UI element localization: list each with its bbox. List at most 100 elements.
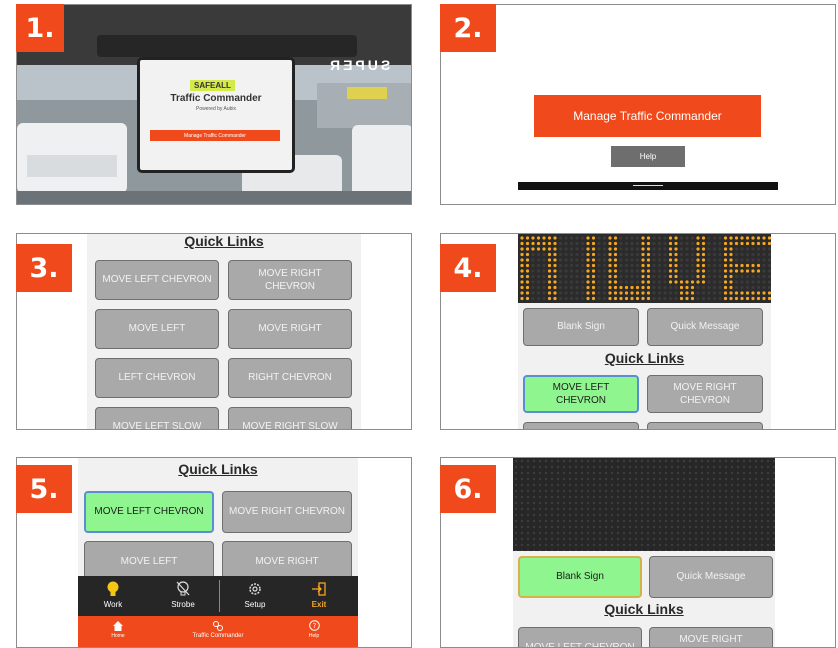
led-dot [575, 274, 579, 279]
led-dot [624, 296, 629, 301]
move-left-chevron-button[interactable]: MOVE LEFT CHEVRON [523, 375, 639, 413]
led-dot [696, 241, 700, 246]
move-left-chevron-button[interactable]: MOVE LEFT CHEVRON [518, 627, 642, 647]
led-dot [646, 296, 651, 301]
led-dot [547, 247, 552, 251]
led-dot [685, 236, 689, 240]
led-dot [608, 285, 612, 290]
led-dot [712, 280, 717, 284]
led-dot [712, 296, 717, 301]
led-dot [547, 269, 552, 273]
led-dot [619, 296, 623, 301]
led-dot [685, 291, 689, 295]
led-dot [707, 296, 711, 301]
led-dot [608, 241, 612, 246]
led-dot [690, 285, 695, 290]
move-left-chevron-button[interactable]: MOVE LEFT CHEVRON [84, 491, 214, 533]
quick-message-button[interactable]: Quick Message [647, 308, 763, 346]
move-right-chevron-button[interactable]: MOVE RIGHT CHEVRON [222, 491, 352, 533]
move-right-button[interactable] [647, 422, 763, 429]
led-dot [734, 258, 739, 262]
led-dot [707, 291, 711, 295]
strobe-label: Strobe [171, 600, 195, 609]
led-dot [762, 285, 766, 290]
led-dot [646, 263, 651, 268]
led-dot [564, 241, 568, 246]
led-dot [712, 258, 717, 262]
led-dot [685, 280, 689, 284]
blank-sign-button[interactable]: Blank Sign [518, 556, 642, 598]
move-right-chevron-button[interactable]: MOVE RIGHT [649, 627, 773, 647]
led-dot [696, 269, 700, 273]
led-dot [696, 247, 700, 251]
exit-button[interactable]: Exit [294, 579, 344, 613]
led-dot [723, 296, 728, 301]
left-chevron-button[interactable]: LEFT CHEVRON [95, 358, 219, 398]
led-dot [586, 269, 590, 273]
work-toggle[interactable]: Work [88, 579, 138, 613]
led-dot [619, 236, 623, 240]
nav-help[interactable]: ? Help [294, 618, 334, 646]
led-dot [696, 280, 700, 284]
led-dot [751, 258, 755, 262]
led-dot [740, 269, 744, 273]
blank-sign-button[interactable]: Blank Sign [523, 308, 639, 346]
led-dot [536, 252, 541, 257]
nav-home[interactable]: Home [98, 618, 138, 646]
quick-message-button[interactable]: Quick Message [649, 556, 773, 598]
led-dot [591, 258, 596, 262]
led-dot [646, 280, 651, 284]
led-dot [608, 247, 612, 251]
move-left-chevron-button[interactable]: MOVE LEFT CHEVRON [95, 260, 219, 300]
led-dot [558, 258, 563, 262]
led-dot [663, 291, 667, 295]
led-dot [679, 285, 684, 290]
led-dot [646, 291, 651, 295]
led-dot [586, 252, 590, 257]
manage-traffic-commander-button[interactable]: Manage Traffic Commander [534, 95, 761, 137]
led-dot [740, 258, 744, 262]
led-dot [707, 263, 711, 268]
led-dot [575, 241, 579, 246]
led-dot [740, 247, 744, 251]
led-dot [707, 241, 711, 246]
step-5-badge: 5. [16, 465, 72, 513]
led-dot [613, 280, 618, 284]
led-dot [575, 263, 579, 268]
led-dot [597, 258, 601, 262]
nav-traffic-commander[interactable]: Traffic Commander [178, 618, 258, 646]
step-1-panel: SUPER SAFEALL Traffic Commander Powered … [16, 4, 412, 205]
led-dot [591, 236, 596, 240]
tablet-subtitle: Powered by Aubix [195, 106, 237, 112]
led-dot [586, 247, 590, 251]
led-dot [646, 258, 651, 262]
setup-button[interactable]: Setup [230, 579, 280, 613]
led-dot [630, 252, 634, 257]
led-dot [685, 263, 689, 268]
right-chevron-button[interactable]: RIGHT CHEVRON [228, 358, 352, 398]
move-left-slow-button[interactable]: MOVE LEFT SLOW [95, 407, 219, 429]
led-dot [652, 269, 656, 273]
led-dot [751, 252, 755, 257]
move-right-slow-button[interactable]: MOVE RIGHT SLOW [228, 407, 352, 429]
led-dot [591, 247, 596, 251]
led-dot [597, 252, 601, 257]
help-button[interactable]: Help [611, 146, 685, 167]
strobe-toggle[interactable]: Strobe [158, 579, 208, 613]
led-dot [767, 291, 771, 295]
led-dot [734, 247, 739, 251]
move-left-button[interactable] [523, 422, 639, 429]
led-dot [580, 241, 585, 246]
led-dot [520, 252, 524, 257]
led-dot [734, 291, 739, 295]
move-right-chevron-button[interactable]: MOVE RIGHT CHEVRON [647, 375, 763, 413]
led-dot [701, 291, 706, 295]
move-right-chevron-button[interactable]: MOVE RIGHT CHEVRON [228, 260, 352, 300]
led-dot [547, 263, 552, 268]
led-dot [602, 247, 607, 251]
move-right-button[interactable]: MOVE RIGHT [228, 309, 352, 349]
led-dot [729, 291, 733, 295]
led-dot [756, 285, 761, 290]
led-dot [657, 236, 662, 240]
move-left-button[interactable]: MOVE LEFT [95, 309, 219, 349]
